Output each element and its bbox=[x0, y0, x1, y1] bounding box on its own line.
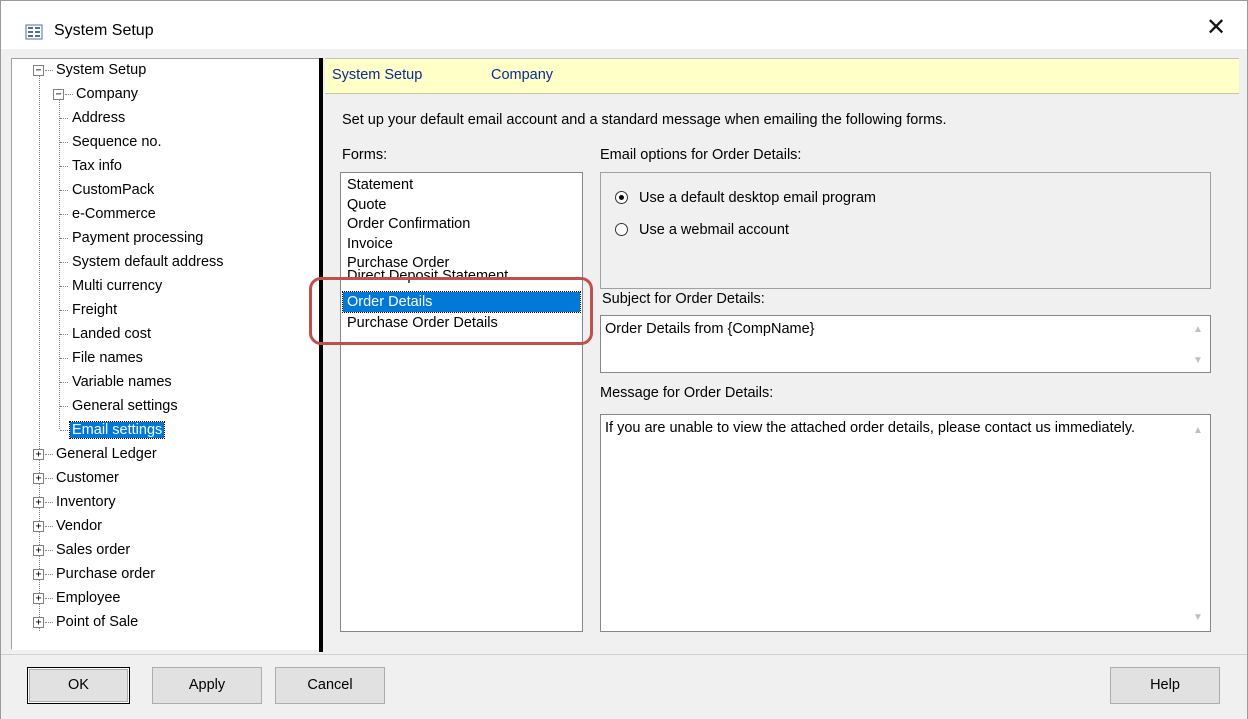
tree-connector bbox=[60, 406, 68, 407]
setup-app-icon bbox=[25, 24, 43, 40]
radio-desktop-email-label: Use a default desktop email program bbox=[639, 190, 876, 206]
close-icon[interactable]: ✕ bbox=[1203, 15, 1229, 41]
tree-connector bbox=[60, 310, 68, 311]
system-setup-window: System Setup ✕ − System Setup − Company … bbox=[0, 0, 1248, 719]
subject-scrollbar[interactable]: ▲ ▼ bbox=[1188, 316, 1210, 372]
tree-connector bbox=[60, 214, 68, 215]
tree-connector bbox=[60, 238, 68, 239]
collapse-company-icon[interactable]: − bbox=[53, 89, 64, 100]
tree-connector bbox=[45, 502, 53, 503]
tree-connector bbox=[60, 118, 68, 119]
expand-customer-icon[interactable]: + bbox=[33, 473, 44, 484]
help-button[interactable]: Help bbox=[1110, 667, 1220, 704]
breadcrumb-company[interactable]: Company bbox=[491, 67, 553, 83]
intro-text: Set up your default email account and a … bbox=[342, 112, 947, 128]
list-item-order-confirmation[interactable]: Order Confirmation bbox=[347, 214, 470, 234]
tree-node-company[interactable]: Company bbox=[76, 83, 138, 105]
list-item-invoice[interactable]: Invoice bbox=[347, 234, 393, 254]
tree-node-general-ledger[interactable]: General Ledger bbox=[56, 443, 157, 465]
tree-connector bbox=[60, 286, 68, 287]
tree-node-vendor[interactable]: Vendor bbox=[56, 515, 102, 537]
radio-webmail-label: Use a webmail account bbox=[639, 222, 789, 238]
list-item-quote[interactable]: Quote bbox=[347, 195, 387, 215]
tree-connector bbox=[45, 526, 53, 527]
tree-node-system-default-address[interactable]: System default address bbox=[72, 251, 224, 273]
message-text: If you are unable to view the attached o… bbox=[605, 420, 1136, 436]
tree-node-e-commerce[interactable]: e-Commerce bbox=[72, 203, 156, 225]
tree-guide-line bbox=[59, 97, 60, 429]
tree-connector bbox=[45, 574, 53, 575]
cancel-button[interactable]: Cancel bbox=[275, 667, 385, 704]
tree-node-purchase-order[interactable]: Purchase order bbox=[56, 563, 155, 585]
tree-node-sequence-no[interactable]: Sequence no. bbox=[72, 131, 162, 153]
setup-tree[interactable]: − System Setup − Company Address Sequenc… bbox=[11, 58, 322, 650]
tree-connector bbox=[60, 430, 68, 431]
tree-connector bbox=[60, 382, 68, 383]
scroll-up-icon[interactable]: ▲ bbox=[1193, 324, 1203, 335]
breadcrumb: System Setup Company bbox=[325, 58, 1239, 94]
highlight-annotation bbox=[309, 277, 593, 345]
tree-connector bbox=[60, 166, 68, 167]
breadcrumb-system-setup[interactable]: System Setup bbox=[332, 67, 422, 83]
tree-node-system-setup[interactable]: System Setup bbox=[56, 59, 146, 81]
tree-connector bbox=[60, 334, 68, 335]
tree-node-sales-order[interactable]: Sales order bbox=[56, 539, 130, 561]
tree-node-custompack[interactable]: CustomPack bbox=[72, 179, 154, 201]
tree-connector bbox=[65, 94, 73, 95]
subject-field[interactable]: Order Details from {CompName} ▲ ▼ bbox=[600, 315, 1211, 373]
tree-node-general-settings[interactable]: General settings bbox=[72, 395, 178, 417]
tree-node-customer[interactable]: Customer bbox=[56, 467, 119, 489]
collapse-root-icon[interactable]: − bbox=[33, 65, 44, 76]
email-options-group: Use a default desktop email program Use … bbox=[600, 172, 1211, 289]
tree-node-inventory[interactable]: Inventory bbox=[56, 491, 116, 513]
tree-node-variable-names[interactable]: Variable names bbox=[72, 371, 172, 393]
tree-node-employee[interactable]: Employee bbox=[56, 587, 120, 609]
tree-node-address[interactable]: Address bbox=[72, 107, 125, 129]
tree-node-landed-cost[interactable]: Landed cost bbox=[72, 323, 151, 345]
tree-connector bbox=[45, 70, 53, 71]
subject-label: Subject for Order Details: bbox=[602, 291, 765, 307]
message-field[interactable]: If you are unable to view the attached o… bbox=[600, 414, 1211, 632]
message-scrollbar[interactable]: ▲ ▼ bbox=[1188, 415, 1210, 631]
expand-inventory-icon[interactable]: + bbox=[33, 497, 44, 508]
radio-selected-icon[interactable] bbox=[615, 191, 628, 204]
tree-connector bbox=[45, 478, 53, 479]
tree-connector bbox=[60, 142, 68, 143]
tree-connector bbox=[60, 262, 68, 263]
tree-connector bbox=[45, 622, 53, 623]
forms-label: Forms: bbox=[342, 147, 388, 163]
expand-purchase-order-icon[interactable]: + bbox=[33, 569, 44, 580]
tree-connector bbox=[60, 190, 68, 191]
title-bar: System Setup ✕ bbox=[1, 1, 1247, 49]
tree-connector bbox=[60, 358, 68, 359]
tree-node-file-names[interactable]: File names bbox=[72, 347, 143, 369]
tree-node-payment-processing[interactable]: Payment processing bbox=[72, 227, 203, 249]
tree-connector bbox=[45, 550, 53, 551]
expand-sales-order-icon[interactable]: + bbox=[33, 545, 44, 556]
scroll-up-icon[interactable]: ▲ bbox=[1193, 425, 1203, 436]
tree-node-freight[interactable]: Freight bbox=[72, 299, 117, 321]
tree-node-email-settings[interactable]: Email settings bbox=[68, 419, 166, 441]
tree-node-point-of-sale[interactable]: Point of Sale bbox=[56, 611, 138, 633]
scroll-down-icon[interactable]: ▼ bbox=[1193, 355, 1203, 366]
subject-text: Order Details from {CompName} bbox=[605, 321, 815, 337]
expand-general-ledger-icon[interactable]: + bbox=[33, 449, 44, 460]
tree-connector bbox=[45, 454, 53, 455]
scroll-down-icon[interactable]: ▼ bbox=[1193, 612, 1203, 623]
ok-button[interactable]: OK bbox=[27, 667, 130, 704]
expand-vendor-icon[interactable]: + bbox=[33, 521, 44, 532]
expand-employee-icon[interactable]: + bbox=[33, 593, 44, 604]
window-title: System Setup bbox=[54, 22, 154, 39]
tree-connector bbox=[45, 598, 53, 599]
tree-node-multi-currency[interactable]: Multi currency bbox=[72, 275, 162, 297]
list-item-statement[interactable]: Statement bbox=[347, 175, 413, 195]
tree-node-tax-info[interactable]: Tax info bbox=[72, 155, 122, 177]
forms-list[interactable]: Statement Quote Order Confirmation Invoi… bbox=[340, 172, 583, 632]
expand-point-of-sale-icon[interactable]: + bbox=[33, 617, 44, 628]
message-label: Message for Order Details: bbox=[600, 385, 774, 401]
splitter[interactable] bbox=[319, 58, 323, 652]
apply-button[interactable]: Apply bbox=[152, 667, 262, 704]
email-options-label: Email options for Order Details: bbox=[600, 147, 802, 163]
radio-unselected-icon[interactable] bbox=[615, 223, 628, 236]
